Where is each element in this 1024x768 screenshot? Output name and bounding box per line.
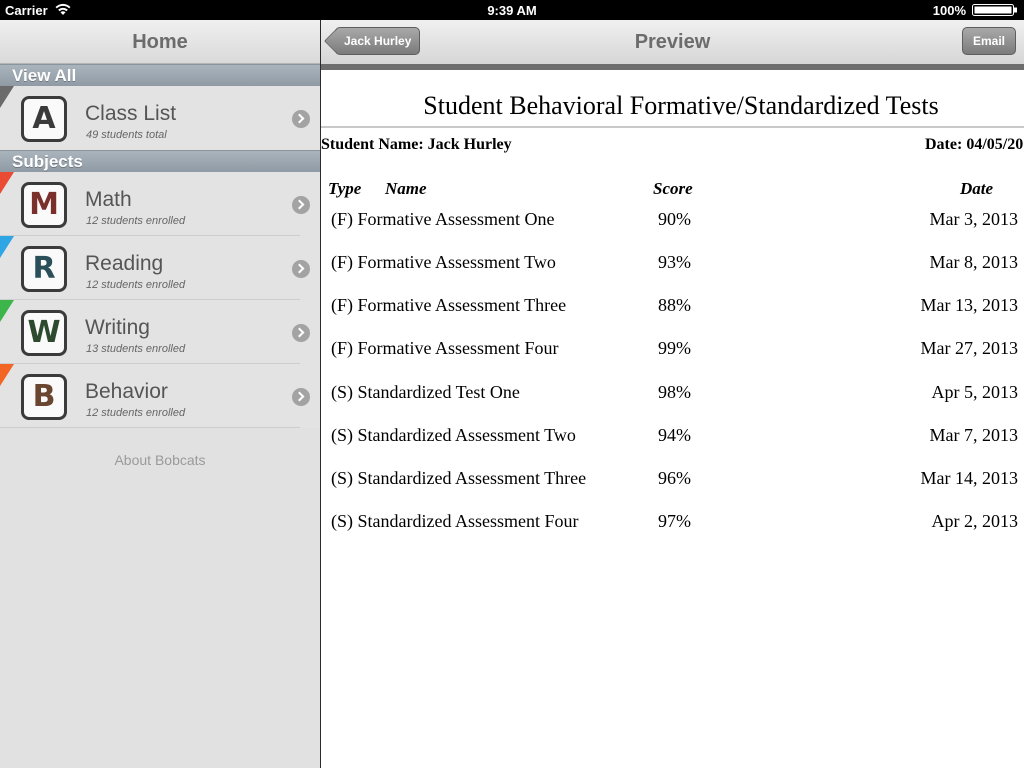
test-name: (S) Standardized Assessment Two — [331, 425, 576, 445]
color-corner — [0, 236, 14, 258]
status-bar: Carrier 9:39 AM 100% — [0, 0, 1024, 20]
list-item-subtitle: 12 students enrolled — [86, 279, 186, 291]
test-score: 94% — [658, 425, 691, 445]
column-header-date: Date — [960, 179, 994, 198]
test-name: (F) Formative Assessment Four — [331, 338, 559, 358]
student-name: Student Name: Jack Hurley — [321, 136, 512, 153]
list-item-subtitle: 13 students enrolled — [86, 343, 186, 355]
list-item-title: Class List — [85, 102, 177, 125]
list-item-title: Math — [85, 188, 132, 211]
test-date: Mar 7, 2013 — [929, 425, 1019, 445]
back-button-label: Jack Hurley — [344, 34, 412, 48]
letter-a-icon: A — [21, 96, 67, 142]
list-item-subtitle: 12 students enrolled — [86, 407, 186, 419]
test-date: Apr 5, 2013 — [931, 382, 1019, 402]
test-name: (F) Formative Assessment One — [331, 209, 555, 229]
color-corner — [0, 172, 14, 194]
test-date: Apr 2, 2013 — [931, 511, 1019, 531]
test-name: (S) Standardized Assessment Three — [331, 468, 587, 488]
test-score: 97% — [658, 511, 691, 531]
master-panel: Home View All A Class List 49 students t… — [0, 20, 320, 768]
list-item-behavior[interactable]: B Behavior 12 students enrolled — [0, 364, 320, 428]
row-separator — [0, 427, 300, 428]
test-name: (F) Formative Assessment Two — [331, 252, 556, 272]
master-title: Home — [132, 31, 188, 53]
list-item-title: Reading — [85, 252, 164, 275]
test-score: 93% — [658, 252, 691, 272]
detail-title: Preview — [634, 31, 711, 53]
test-date: Mar 27, 2013 — [920, 338, 1019, 358]
color-corner — [0, 300, 14, 322]
section-header-subjects: Subjects — [0, 150, 320, 172]
clock: 9:39 AM — [487, 3, 537, 18]
test-date: Mar 13, 2013 — [920, 295, 1019, 315]
master-navbar: Home — [0, 20, 320, 64]
detail-panel: Jack Hurley Preview Email Student Behavi… — [321, 20, 1024, 768]
color-corner — [0, 86, 14, 108]
test-name: (S) Standardized Assessment Four — [331, 511, 579, 531]
report-date: Date: 04/05/20 — [925, 136, 1024, 153]
test-name: (F) Formative Assessment Three — [331, 295, 567, 315]
list-item-subtitle: 49 students total — [86, 129, 167, 141]
list-item-math[interactable]: M Math 12 students enrolled — [0, 172, 320, 236]
column-header-score: Score — [653, 179, 693, 198]
disclosure-chevron-icon — [292, 260, 310, 278]
column-header-name: Name — [385, 179, 427, 198]
test-score: 88% — [658, 295, 691, 315]
subjects-list: M Math 12 students enrolled R Reading 12… — [0, 172, 320, 428]
list-item-title: Writing — [85, 316, 150, 339]
disclosure-chevron-icon — [292, 388, 310, 406]
disclosure-chevron-icon — [292, 196, 310, 214]
test-name: (S) Standardized Test One — [331, 382, 520, 402]
letter-r-icon: R — [21, 246, 67, 292]
list-item-class-list[interactable]: A Class List 49 students total — [0, 86, 320, 150]
color-corner — [0, 364, 14, 386]
test-score: 98% — [658, 382, 691, 402]
battery-percent: 100% — [932, 3, 966, 18]
disclosure-chevron-icon — [292, 324, 310, 342]
test-date: Mar 3, 2013 — [929, 209, 1019, 229]
test-date: Mar 8, 2013 — [929, 252, 1019, 272]
letter-b-icon: B — [21, 374, 67, 420]
list-item-subtitle: 12 students enrolled — [86, 215, 186, 227]
list-item-reading[interactable]: R Reading 12 students enrolled — [0, 236, 320, 300]
column-header-type: Type — [328, 179, 362, 198]
detail-navbar: Jack Hurley Preview Email — [321, 20, 1024, 64]
test-score: 96% — [658, 468, 691, 488]
list-item-writing[interactable]: W Writing 13 students enrolled — [0, 300, 320, 364]
navbar-shadow — [321, 64, 1024, 70]
section-header-view-all: View All — [0, 64, 320, 86]
letter-w-icon: W — [21, 310, 67, 356]
title-rule — [321, 126, 1024, 128]
about-link[interactable]: About Bobcats — [0, 452, 320, 468]
letter-m-icon: M — [21, 182, 67, 228]
back-button[interactable]: Jack Hurley — [335, 27, 421, 55]
email-button[interactable]: Email — [961, 27, 1016, 55]
test-date: Mar 14, 2013 — [920, 468, 1019, 488]
document-title: Student Behavioral Formative/Standardize… — [423, 91, 939, 120]
test-score: 99% — [658, 338, 691, 358]
test-score: 90% — [658, 209, 691, 229]
disclosure-chevron-icon — [292, 110, 310, 128]
battery-icon — [972, 4, 1017, 16]
list-item-title: Behavior — [85, 380, 168, 403]
